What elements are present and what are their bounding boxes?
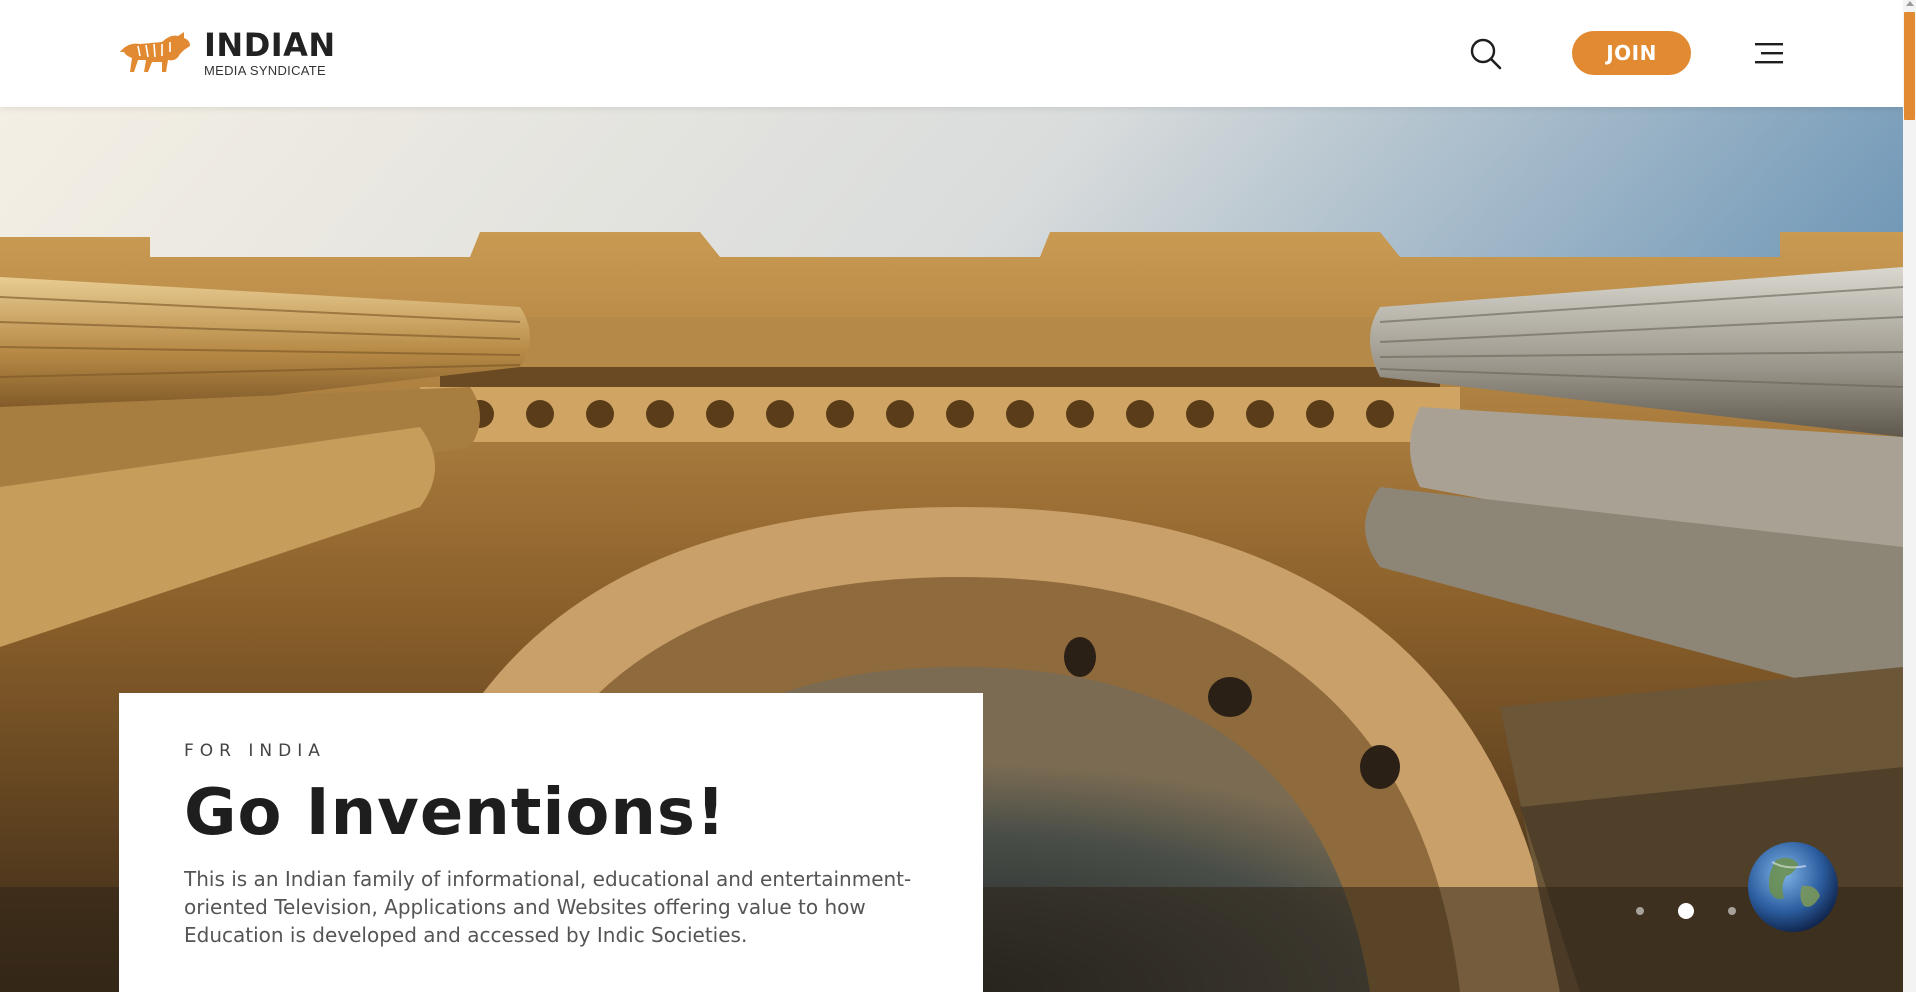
join-button[interactable]: JOIN	[1572, 31, 1691, 75]
scroll-up-arrow-icon[interactable]	[1906, 1, 1914, 6]
hamburger-menu-icon	[1755, 43, 1783, 64]
site-logo[interactable]: INDIAN MEDIA SYNDICATE	[118, 28, 336, 78]
slider-dot-3[interactable]	[1728, 907, 1736, 915]
scrollbar-thumb[interactable]	[1904, 12, 1915, 120]
hero-description: This is an Indian family of informationa…	[184, 867, 912, 947]
hero-headline: Go Inventions!	[184, 776, 727, 850]
menu-button[interactable]	[1755, 41, 1785, 65]
hero-eyebrow: FOR INDIA	[184, 741, 326, 761]
hero-slider: FOR INDIA Go Inventions! This is an Indi…	[0, 107, 1903, 992]
tiger-logo-icon	[120, 32, 190, 72]
logo-title: INDIAN	[204, 26, 336, 64]
slider-dot-2[interactable]	[1678, 903, 1694, 919]
slider-dots	[1636, 903, 1736, 919]
hero-caption-card: FOR INDIA Go Inventions! This is an Indi…	[119, 693, 983, 992]
slider-dot-1[interactable]	[1636, 907, 1644, 915]
logo-subtitle: MEDIA SYNDICATE	[204, 63, 327, 78]
search-icon	[1470, 38, 1502, 70]
globe-icon	[1748, 842, 1838, 932]
search-button[interactable]	[1468, 36, 1504, 72]
site-header: INDIAN MEDIA SYNDICATE JOIN	[0, 0, 1903, 107]
page-scrollbar[interactable]	[1903, 0, 1916, 992]
